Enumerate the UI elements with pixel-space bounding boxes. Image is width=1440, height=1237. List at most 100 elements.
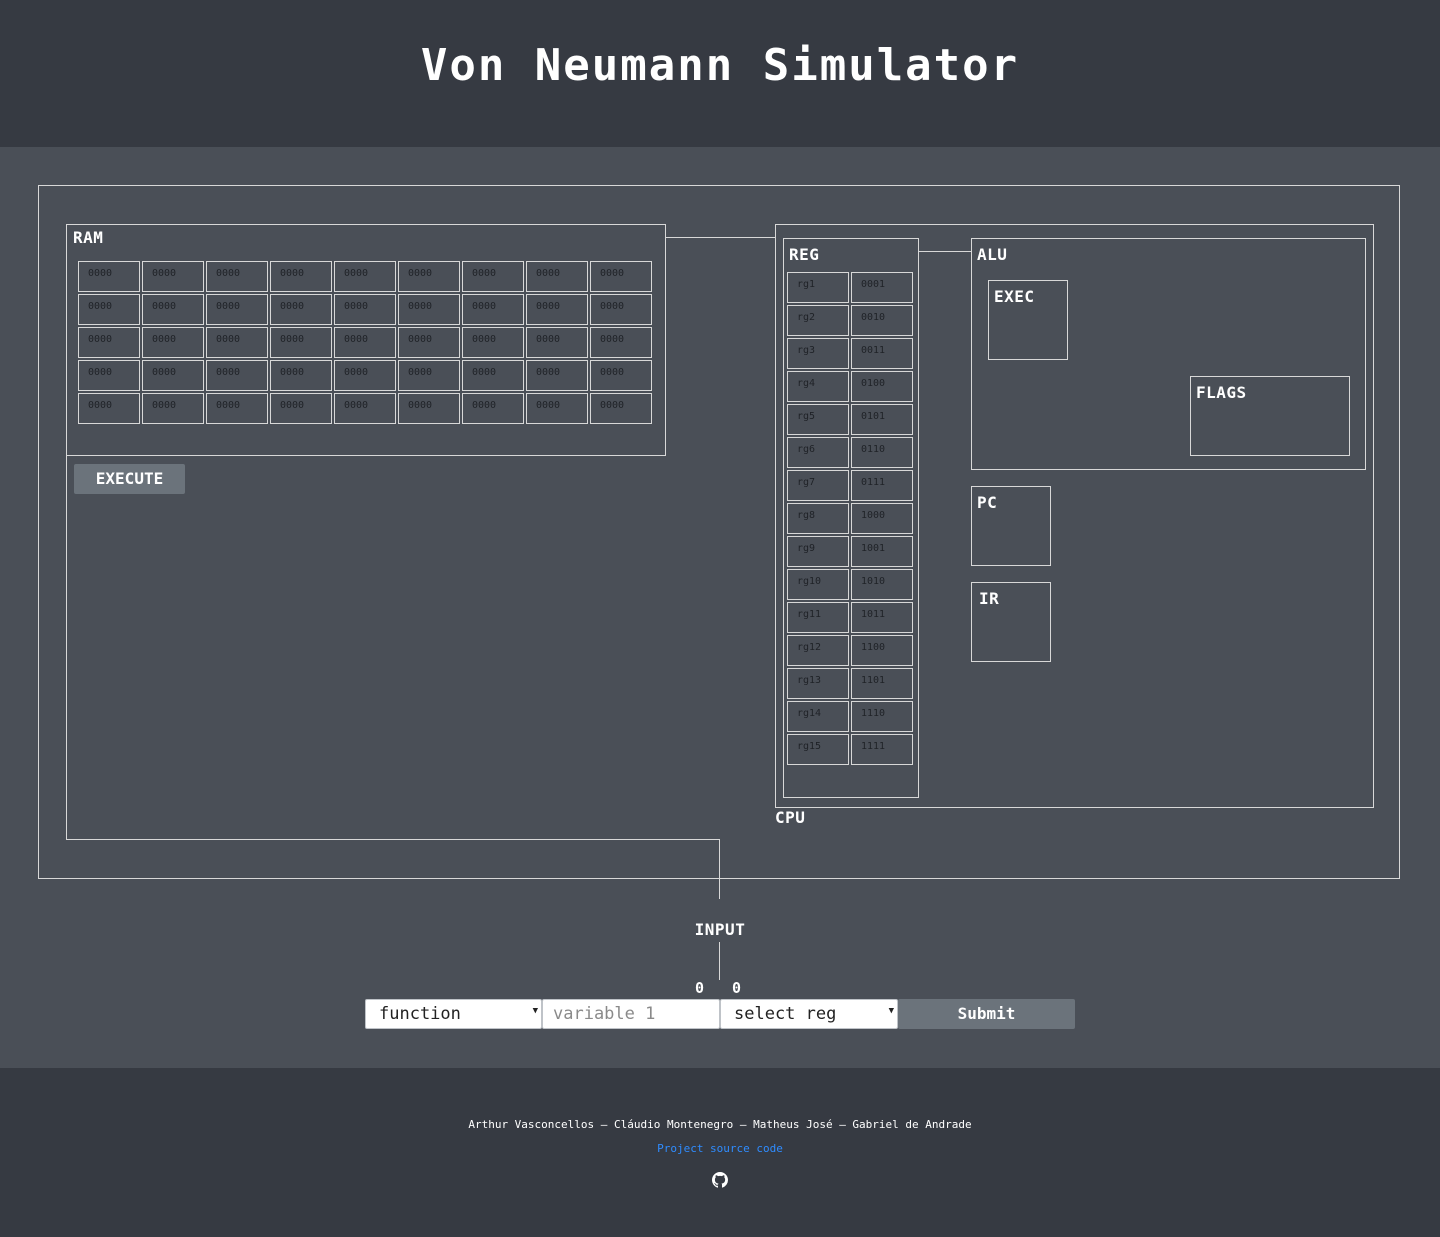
ram-cell[interactable]: 0000: [398, 294, 460, 325]
register-select[interactable]: select reg ▼: [720, 999, 898, 1029]
ram-cell[interactable]: 0000: [526, 261, 588, 292]
input-counter-1: 0: [695, 979, 705, 997]
ram-cell[interactable]: 0000: [526, 393, 588, 424]
ram-cell[interactable]: 0000: [590, 393, 652, 424]
register-value[interactable]: 1001: [851, 536, 913, 567]
ram-cell[interactable]: 0000: [590, 261, 652, 292]
chevron-down-icon: ▼: [532, 1006, 538, 1016]
ram-cell[interactable]: 0000: [398, 261, 460, 292]
chevron-down-icon: ▼: [888, 1006, 894, 1016]
ram-cell[interactable]: 0000: [78, 327, 140, 358]
register-grid: rg1 0001 rg2 0010 rg3 0011 rg4 0100 rg5 0101 rg6 01…: [787, 272, 913, 765]
ram-cell[interactable]: 0000: [334, 261, 396, 292]
ram-cell[interactable]: 0000: [334, 393, 396, 424]
register-name: rg6: [787, 437, 849, 468]
register-value[interactable]: 1111: [851, 734, 913, 765]
ram-cell[interactable]: 0000: [206, 360, 268, 391]
submit-button[interactable]: Submit: [898, 999, 1075, 1029]
source-code-link[interactable]: Project source code: [0, 1142, 1440, 1155]
ram-cell[interactable]: 0000: [206, 261, 268, 292]
function-select[interactable]: function ▼: [365, 999, 542, 1029]
ram-cell[interactable]: 0000: [334, 327, 396, 358]
ram-label: RAM: [73, 228, 104, 247]
register-value[interactable]: 0101: [851, 404, 913, 435]
register-name: rg11: [787, 602, 849, 633]
register-value[interactable]: 0011: [851, 338, 913, 369]
register-name: rg3: [787, 338, 849, 369]
ram-cell[interactable]: 0000: [462, 294, 524, 325]
register-value[interactable]: 1101: [851, 668, 913, 699]
ram-cell[interactable]: 0000: [526, 360, 588, 391]
ram-cell[interactable]: 0000: [206, 393, 268, 424]
execute-button[interactable]: EXECUTE: [74, 464, 185, 494]
ram-cell[interactable]: 0000: [462, 360, 524, 391]
register-name: rg13: [787, 668, 849, 699]
register-value[interactable]: 0010: [851, 305, 913, 336]
ram-cell[interactable]: 0000: [526, 327, 588, 358]
ram-cell[interactable]: 0000: [78, 360, 140, 391]
function-select-value: function: [379, 1004, 461, 1024]
register-name: rg5: [787, 404, 849, 435]
ram-cell[interactable]: 0000: [462, 261, 524, 292]
ram-cell[interactable]: 0000: [270, 327, 332, 358]
ram-cell[interactable]: 0000: [398, 393, 460, 424]
register-select-value: select reg: [734, 1004, 837, 1024]
flags-label: FLAGS: [1196, 383, 1247, 402]
ram-cell[interactable]: 0000: [78, 393, 140, 424]
ram-cell[interactable]: 0000: [270, 360, 332, 391]
register-name: rg12: [787, 635, 849, 666]
ram-cell[interactable]: 0000: [78, 261, 140, 292]
reg-label: REG: [789, 245, 820, 264]
register-value[interactable]: 0111: [851, 470, 913, 501]
github-icon[interactable]: [712, 1172, 728, 1188]
register-value[interactable]: 1110: [851, 701, 913, 732]
input-label: INPUT: [694, 920, 746, 939]
register-value[interactable]: 0100: [851, 371, 913, 402]
ram-cell[interactable]: 0000: [462, 327, 524, 358]
credits-text: Arthur Vasconcellos — Cláudio Montenegro…: [468, 1118, 972, 1131]
ram-cell[interactable]: 0000: [206, 327, 268, 358]
reg-alu-bus: [919, 251, 972, 252]
bus-line-down: [719, 839, 720, 899]
ram-cell[interactable]: 0000: [398, 360, 460, 391]
ram-cell[interactable]: 0000: [270, 294, 332, 325]
ram-cell[interactable]: 0000: [142, 327, 204, 358]
register-value[interactable]: 1010: [851, 569, 913, 600]
register-name: rg15: [787, 734, 849, 765]
ram-cell[interactable]: 0000: [590, 294, 652, 325]
ram-cell[interactable]: 0000: [142, 261, 204, 292]
register-value[interactable]: 1000: [851, 503, 913, 534]
input-counter-2: 0: [732, 979, 742, 997]
register-name: rg2: [787, 305, 849, 336]
variable-input[interactable]: variable 1: [542, 999, 720, 1029]
ir-label: IR: [979, 589, 1000, 608]
ram-cell[interactable]: 0000: [526, 294, 588, 325]
register-name: rg7: [787, 470, 849, 501]
register-value[interactable]: 0110: [851, 437, 913, 468]
ram-cell[interactable]: 0000: [142, 360, 204, 391]
register-name: rg14: [787, 701, 849, 732]
ram-cell[interactable]: 0000: [334, 360, 396, 391]
ram-cell[interactable]: 0000: [78, 294, 140, 325]
register-value[interactable]: 1100: [851, 635, 913, 666]
ram-cell[interactable]: 0000: [590, 360, 652, 391]
ram-cell[interactable]: 0000: [270, 393, 332, 424]
register-value[interactable]: 0001: [851, 272, 913, 303]
ram-cell[interactable]: 0000: [270, 261, 332, 292]
register-name: rg10: [787, 569, 849, 600]
bus-line-bottom: [66, 839, 720, 840]
ram-cell[interactable]: 0000: [398, 327, 460, 358]
pc-label: PC: [977, 493, 998, 512]
register-name: rg9: [787, 536, 849, 567]
register-name: rg4: [787, 371, 849, 402]
register-name: rg8: [787, 503, 849, 534]
register-value[interactable]: 1011: [851, 602, 913, 633]
ram-cell[interactable]: 0000: [142, 294, 204, 325]
ram-cell[interactable]: 0000: [142, 393, 204, 424]
alu-label: ALU: [977, 245, 1008, 264]
ram-cell[interactable]: 0000: [206, 294, 268, 325]
ram-cell[interactable]: 0000: [462, 393, 524, 424]
ram-cell[interactable]: 0000: [334, 294, 396, 325]
ram-cell[interactable]: 0000: [590, 327, 652, 358]
ram-cpu-bus: [666, 237, 776, 238]
